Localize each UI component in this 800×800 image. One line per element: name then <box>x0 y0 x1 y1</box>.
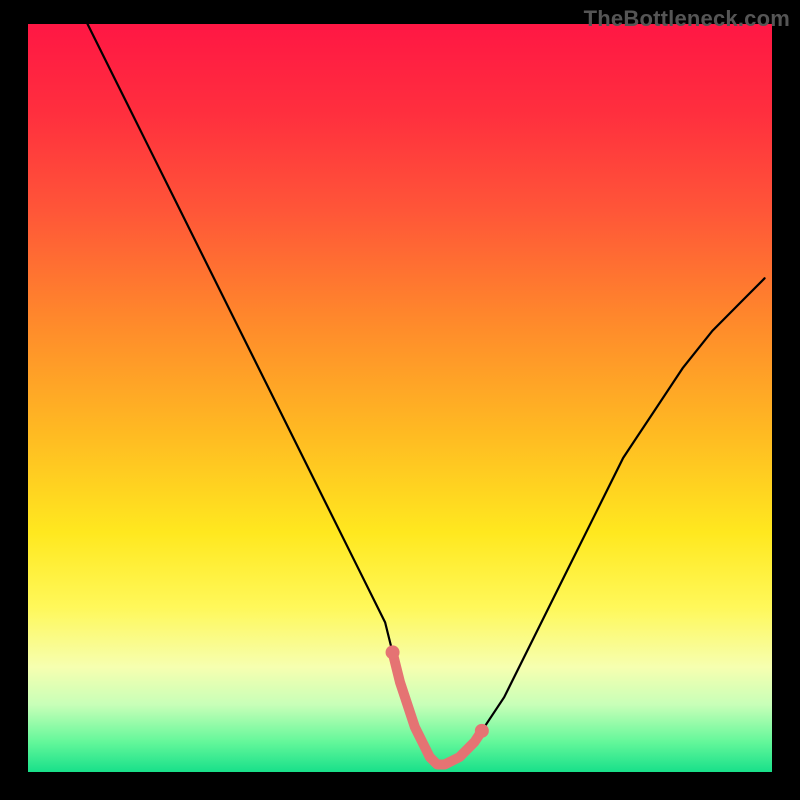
plot-background <box>28 24 772 772</box>
watermark-text: TheBottleneck.com <box>584 6 790 32</box>
optimal-zone-dot-right <box>475 724 489 738</box>
chart-container: TheBottleneck.com <box>0 0 800 800</box>
bottleneck-chart <box>0 0 800 800</box>
optimal-zone-dot-left <box>386 645 400 659</box>
